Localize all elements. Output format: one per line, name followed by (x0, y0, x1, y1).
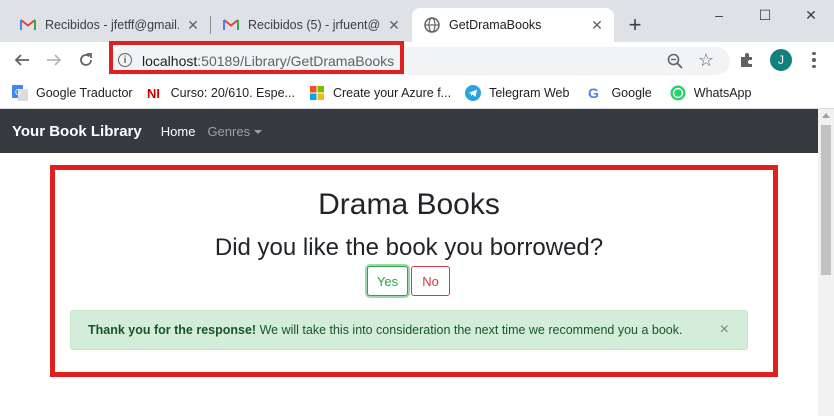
page-title: Drama Books (318, 188, 500, 221)
extensions-icon[interactable] (738, 51, 756, 69)
feedback-question: Did you like the book you borrowed? (214, 234, 604, 261)
bookmark-star-icon[interactable]: ☆ (698, 50, 714, 71)
bookmark-telegram[interactable]: Telegram Web (465, 85, 569, 101)
tab-title: Recibidos - jfetff@gmail.c (45, 18, 179, 32)
bookmark-azure[interactable]: Create your Azure f... (309, 85, 451, 101)
tab-strip: Recibidos - jfetff@gmail.c ✕ Recibidos (… (0, 0, 834, 42)
alert-text: Thank you for the response! We will take… (88, 323, 682, 337)
svg-text:G: G (15, 88, 21, 97)
telegram-icon (465, 85, 482, 101)
caret-down-icon (254, 130, 263, 135)
nav-genres-dropdown[interactable]: Genres (207, 123, 263, 139)
tab-getdramabooks[interactable]: GetDramaBooks ✕ (412, 8, 614, 42)
svg-text:G: G (588, 86, 599, 100)
bookmarks-bar: G Google Traductor NI Curso: 20/610. Esp… (0, 78, 834, 109)
site-brand[interactable]: Your Book Library (12, 123, 142, 140)
whatsapp-icon (670, 85, 686, 101)
maximize-button[interactable]: ☐ (742, 0, 788, 30)
close-tab-icon[interactable]: ✕ (386, 17, 402, 33)
site-navbar: Your Book Library Home Genres (0, 109, 818, 153)
bookmark-label: Google Traductor (36, 86, 133, 100)
nav-genres-label: Genres (207, 123, 251, 139)
close-tab-icon[interactable]: ✕ (185, 17, 201, 33)
back-button[interactable] (8, 46, 36, 74)
ni-icon: NI (147, 85, 163, 101)
alert-message: We will take this into consideration the… (256, 323, 683, 337)
forward-button[interactable] (40, 46, 68, 74)
tab-title: GetDramaBooks (449, 18, 542, 32)
bookmark-label: Telegram Web (489, 86, 570, 100)
back-arrow-icon (14, 54, 29, 66)
close-window-button[interactable]: ✕ (788, 0, 834, 30)
tab-gmail-2[interactable]: Recibidos (5) - jrfuent@gr ✕ (211, 8, 411, 42)
svg-text:NI: NI (147, 86, 160, 100)
nav-home-link[interactable]: Home (161, 124, 196, 139)
close-tab-icon[interactable]: ✕ (589, 17, 605, 33)
bookmark-google[interactable]: G Google (587, 85, 651, 101)
forward-arrow-icon (47, 54, 62, 66)
bookmark-whatsapp[interactable]: WhatsApp (670, 85, 752, 101)
browser-menu-icon[interactable] (806, 48, 822, 72)
profile-avatar[interactable]: J (770, 49, 792, 71)
bookmark-label: WhatsApp (693, 86, 752, 100)
page-scrollbar[interactable] (818, 109, 834, 416)
scrollbar-thumb[interactable] (821, 125, 831, 275)
microsoft-icon (309, 85, 325, 101)
gmail-icon (20, 17, 36, 33)
reload-icon (80, 53, 92, 66)
gmail-icon (223, 17, 239, 33)
tab-title: Recibidos (5) - jrfuent@gr (248, 18, 380, 32)
zoom-icon[interactable] (666, 52, 684, 70)
alert-strong-text: Thank you for the response! (88, 323, 257, 337)
google-icon: G (587, 85, 603, 101)
minimize-button[interactable]: – (696, 0, 742, 30)
tab-gmail-1[interactable]: Recibidos - jfetff@gmail.c ✕ (8, 8, 210, 42)
scroll-up-icon[interactable] (822, 113, 830, 118)
yes-button[interactable]: Yes (367, 266, 408, 296)
bookmark-google-translate[interactable]: G Google Traductor (12, 85, 133, 101)
bookmark-label: Curso: 20/610. Espe... (170, 86, 295, 100)
bookmark-curso[interactable]: NI Curso: 20/610. Espe... (147, 85, 295, 101)
globe-icon (424, 17, 440, 33)
bookmark-label: Google (611, 86, 652, 100)
google-translate-icon: G (12, 85, 28, 101)
no-button[interactable]: No (411, 266, 450, 296)
new-tab-button[interactable]: + (622, 12, 648, 38)
url-highlight-box (109, 41, 404, 74)
alert-close-button[interactable]: × (720, 321, 729, 339)
reload-button[interactable] (72, 46, 100, 74)
bookmark-label: Create your Azure f... (332, 86, 452, 100)
success-alert: Thank you for the response! We will take… (70, 310, 748, 350)
